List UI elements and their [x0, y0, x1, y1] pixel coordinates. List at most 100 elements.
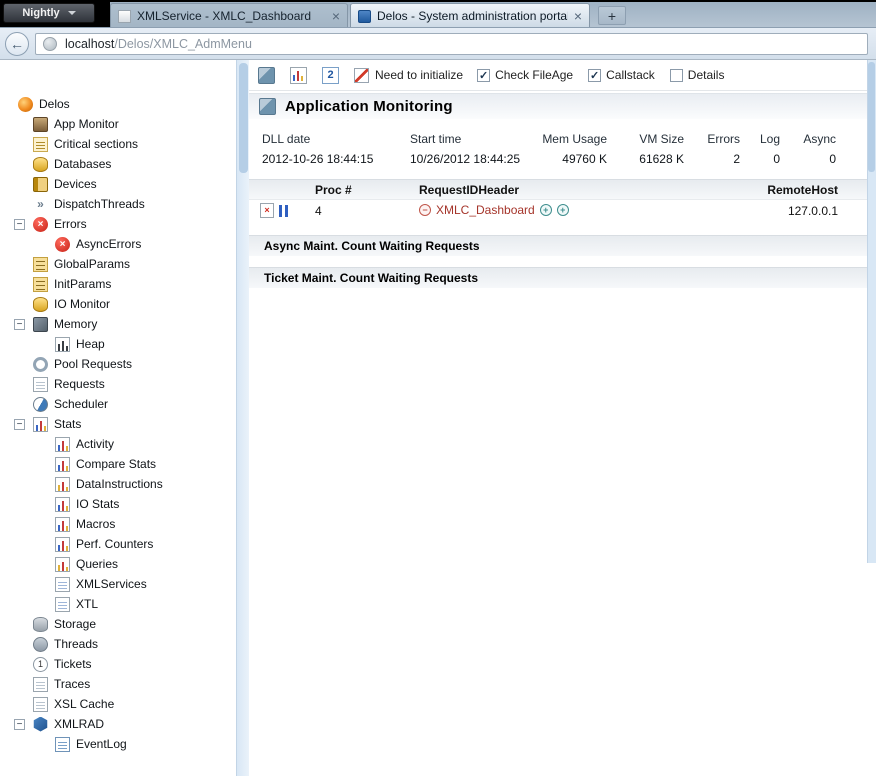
pause-request-icon[interactable] — [277, 203, 289, 218]
tree-item-dispatchthreads[interactable]: DispatchThreads — [0, 194, 236, 214]
stats-header-vm-size: VM Size — [639, 132, 684, 146]
tree-item-label: Stats — [54, 417, 82, 431]
tab-close-icon[interactable] — [332, 9, 340, 23]
back-button[interactable] — [5, 32, 29, 56]
sidebar-scrollbar[interactable] — [236, 60, 249, 776]
remote-host-column-header: RemoteHost — [767, 183, 838, 197]
tab-xmlservice[interactable]: XMLService - XMLC_Dashboard — [110, 3, 348, 28]
tree-item-label: Databases — [54, 157, 112, 171]
monitor-form-icon[interactable] — [258, 66, 275, 84]
tree-item-label: Heap — [76, 337, 105, 351]
tab-close-icon[interactable] — [574, 9, 582, 23]
tree-item-label: IO Monitor — [54, 297, 111, 311]
errors-icon — [33, 216, 48, 232]
checkbox-check-fileage[interactable]: ✓ — [477, 68, 491, 82]
tree-item-io-stats[interactable]: IO Stats — [0, 494, 236, 514]
tree-item-label: App Monitor — [54, 117, 119, 131]
memory-icon — [33, 316, 48, 332]
tree-item-threads[interactable]: Threads — [0, 634, 236, 654]
checkbox-group-callstack: ✓ Callstack — [588, 68, 655, 82]
perf-counters-icon — [55, 536, 70, 552]
tab-page-icon — [118, 9, 131, 23]
collapse-request-icon[interactable] — [419, 204, 431, 216]
main-scrollbar-thumb[interactable] — [868, 62, 875, 172]
tree-item-xmlrad[interactable]: − XMLRAD — [0, 714, 236, 734]
stats-header-start-time: Start time — [410, 132, 462, 146]
need-to-initialize-button[interactable]: Need to initialize — [354, 67, 464, 83]
tree-item-activity[interactable]: Activity — [0, 434, 236, 454]
tree-item-heap[interactable]: Heap — [0, 334, 236, 354]
navigation-bar: localhost /Delos/XMLC_AdmMenu — [0, 28, 876, 60]
stats-value-mem-usage: 49760 K — [562, 152, 607, 166]
checkbox-label: Details — [687, 68, 725, 82]
tree-item-memory[interactable]: − Memory — [0, 314, 236, 334]
tree-item-requests[interactable]: Requests — [0, 374, 236, 394]
tree-item-label: GlobalParams — [54, 257, 131, 271]
global-params-icon — [33, 256, 48, 272]
tree-item-xmlservices[interactable]: XMLServices — [0, 574, 236, 594]
tree-item-stats[interactable]: − Stats — [0, 414, 236, 434]
page-content: Delos App Monitor Critical sections Databas… — [0, 60, 876, 776]
scheduler-icon — [33, 396, 48, 412]
tree-item-traces[interactable]: Traces — [0, 674, 236, 694]
checkbox-group-check-fileage: ✓ Check FileAge — [477, 68, 573, 82]
request-id-link[interactable]: XMLC_Dashboard — [436, 203, 535, 217]
tree-item-label: Compare Stats — [76, 457, 157, 471]
new-tab-button[interactable] — [598, 6, 626, 25]
tree-item-initparams[interactable]: InitParams — [0, 274, 236, 294]
tree-item-label: XMLServices — [76, 577, 147, 591]
tree-item-macros[interactable]: Macros — [0, 514, 236, 534]
tree-item-xtl[interactable]: XTL — [0, 594, 236, 614]
tree-item-pool-requests[interactable]: Pool Requests — [0, 354, 236, 374]
browser-titlebar: Nightly XMLService - XMLC_Dashboard Delo… — [0, 0, 876, 28]
collapse-box-icon[interactable]: − — [14, 218, 25, 230]
collapse-box-icon[interactable]: − — [14, 718, 25, 730]
proc-column-header: Proc # — [315, 183, 352, 197]
tree-item-io-monitor[interactable]: IO Monitor — [0, 294, 236, 314]
tab-delos-icon — [358, 9, 371, 23]
stats-chart-icon[interactable] — [290, 66, 307, 84]
tree-item-tickets[interactable]: Tickets — [0, 654, 236, 674]
tree-item-errors[interactable]: − Errors — [0, 214, 236, 234]
tab-delos-admin[interactable]: Delos - System administration portal — [350, 3, 590, 28]
sidebar-scrollbar-thumb[interactable] — [239, 63, 248, 173]
refresh-interval-icon[interactable]: 2 — [322, 66, 339, 84]
stats-header-dll-date: DLL date — [262, 132, 311, 146]
app-menu-button[interactable]: Nightly — [3, 3, 95, 23]
url-bar[interactable]: localhost /Delos/XMLC_AdmMenu — [35, 33, 868, 55]
tree-item-xsl-cache[interactable]: XSL Cache — [0, 694, 236, 714]
init-params-icon — [33, 276, 48, 292]
tree-item-devices[interactable]: Devices — [0, 174, 236, 194]
tree-item-critical-sections[interactable]: Critical sections — [0, 134, 236, 154]
stats-header-row: DLL date Start time Mem Usage VM Size Errors… — [262, 132, 836, 146]
tree-item-scheduler[interactable]: Scheduler — [0, 394, 236, 414]
tree-item-asyncerrors[interactable]: AsyncErrors — [0, 234, 236, 254]
checkbox-callstack[interactable]: ✓ — [588, 68, 602, 82]
expand-request-details-icon[interactable] — [556, 204, 569, 216]
tree-item-label: DataInstructions — [76, 477, 163, 491]
kill-request-icon[interactable] — [260, 203, 274, 218]
tree-item-app-monitor[interactable]: App Monitor — [0, 114, 236, 134]
tree-item-compare-stats[interactable]: Compare Stats — [0, 454, 236, 474]
stats-value-vm-size: 61628 K — [639, 152, 684, 166]
main-scrollbar[interactable] — [867, 60, 876, 563]
tree-item-queries[interactable]: Queries — [0, 554, 236, 574]
collapse-box-icon[interactable]: − — [14, 418, 25, 430]
event-log-icon — [55, 736, 70, 752]
tree-item-eventlog[interactable]: EventLog — [0, 734, 236, 754]
tree-item-databases[interactable]: Databases — [0, 154, 236, 174]
expand-request-icon[interactable] — [539, 204, 552, 216]
collapse-box-icon[interactable]: − — [14, 318, 25, 330]
toolbar-checkboxes: ✓ Check FileAge ✓ Callstack Details — [477, 68, 739, 82]
tree-item-label: AsyncErrors — [76, 237, 142, 251]
async-errors-icon — [55, 236, 70, 252]
tree-item-storage[interactable]: Storage — [0, 614, 236, 634]
tree-item-datainstructions[interactable]: DataInstructions — [0, 474, 236, 494]
xsl-cache-icon — [33, 696, 48, 712]
xtl-icon — [55, 596, 70, 612]
initialize-label: Need to initialize — [375, 68, 464, 82]
tree-item-delos[interactable]: Delos — [0, 94, 236, 114]
tree-item-perf-counters[interactable]: Perf. Counters — [0, 534, 236, 554]
tree-item-globalparams[interactable]: GlobalParams — [0, 254, 236, 274]
checkbox-details[interactable] — [669, 68, 683, 82]
